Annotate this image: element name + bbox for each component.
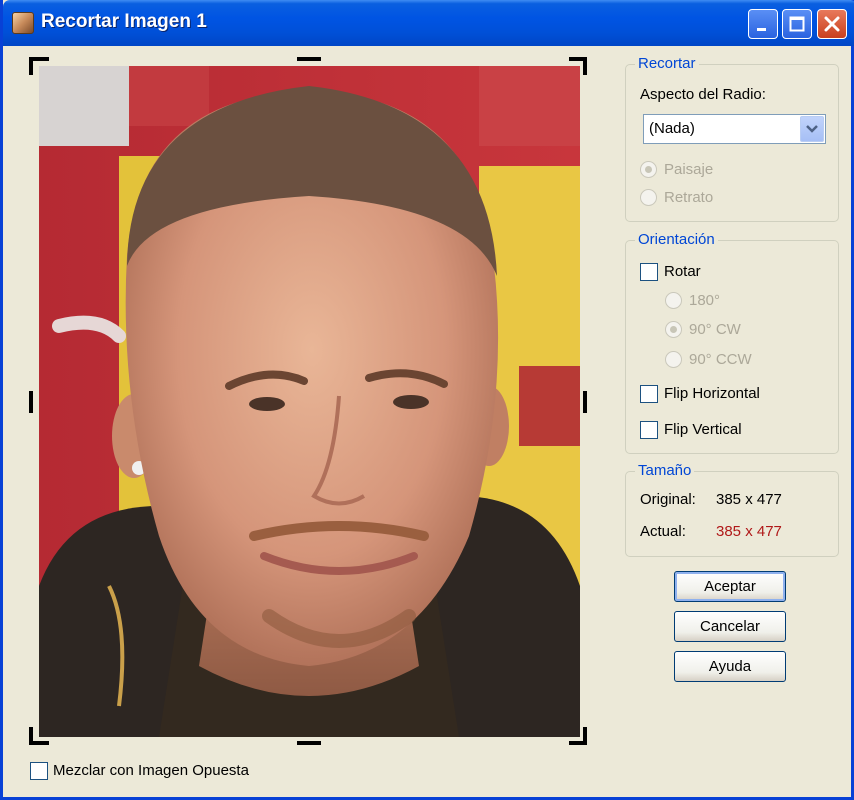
tamano-group: Tamaño [625, 462, 839, 557]
paisaje-label: Paisaje [664, 161, 714, 178]
maximize-button[interactable] [782, 9, 812, 39]
mezclar-label: Mezclar con Imagen Opuesta [53, 762, 249, 779]
retrato-label: Retrato [664, 189, 714, 206]
rotate-90ccw-radio[interactable] [665, 351, 682, 368]
ayuda-button[interactable]: Ayuda [674, 651, 786, 682]
aspect-ratio-select[interactable]: (Nada) [643, 114, 826, 144]
flip-vertical-checkbox[interactable] [640, 421, 658, 439]
rotate-90cw-label: 90° CW [689, 321, 741, 338]
rotate-90ccw-label: 90° CCW [689, 351, 752, 368]
rotar-label: Rotar [664, 263, 701, 280]
aspect-ratio-value: (Nada) [649, 120, 695, 137]
flip-vertical-label: Flip Vertical [664, 421, 742, 438]
minimize-button[interactable] [748, 9, 778, 39]
maximize-icon [789, 16, 805, 32]
minimize-icon [757, 28, 766, 31]
rotate-90cw-radio[interactable] [665, 321, 682, 338]
rotate-180-label: 180° [689, 292, 721, 309]
paisaje-radio[interactable] [640, 161, 657, 178]
retrato-radio[interactable] [640, 189, 657, 206]
tamano-legend: Tamaño [635, 462, 695, 479]
recortar-legend: Recortar [635, 55, 699, 72]
crop-dialog-window: Recortar Imagen 1 Recortar Aspecto del R… [0, 0, 854, 800]
flip-horizontal-checkbox[interactable] [640, 385, 658, 403]
actual-size-label: Actual: [640, 523, 686, 540]
aceptar-button[interactable]: Aceptar [674, 571, 786, 602]
close-button[interactable] [817, 9, 847, 39]
flip-horizontal-label: Flip Horizontal [664, 385, 760, 402]
chevron-down-icon [806, 125, 818, 133]
original-size-label: Original: [640, 491, 696, 508]
title-bar[interactable]: Recortar Imagen 1 [3, 0, 854, 46]
aspect-ratio-label: Aspecto del Radio: [640, 86, 766, 103]
rotate-180-radio[interactable] [665, 292, 682, 309]
mezclar-checkbox[interactable] [30, 762, 48, 780]
crop-handles[interactable] [29, 57, 589, 747]
rotar-checkbox[interactable] [640, 263, 658, 281]
dropdown-button[interactable] [800, 116, 824, 142]
window-title: Recortar Imagen 1 [41, 11, 207, 32]
cancelar-button[interactable]: Cancelar [674, 611, 786, 642]
orientacion-legend: Orientación [635, 231, 718, 248]
close-icon [824, 16, 840, 32]
photo-thumbnail-icon [12, 12, 34, 34]
actual-size-value: 385 x 477 [716, 523, 782, 540]
original-size-value: 385 x 477 [716, 491, 782, 508]
